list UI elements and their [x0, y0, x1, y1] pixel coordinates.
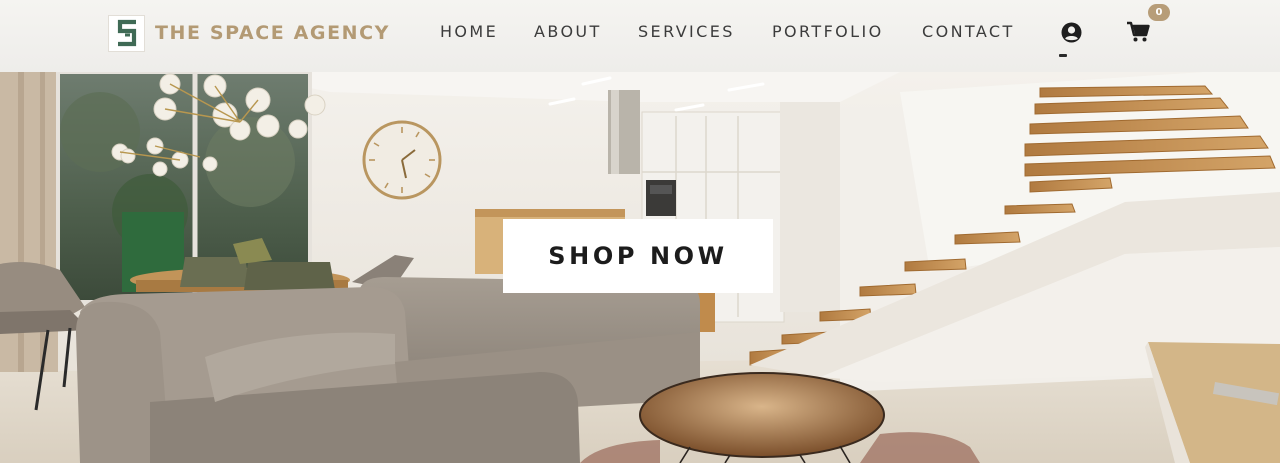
brand[interactable]: THE SPACE AGENCY — [108, 14, 390, 52]
nav-home[interactable]: HOME — [440, 22, 498, 41]
account-indicator — [1059, 54, 1067, 57]
nav-about[interactable]: ABOUT — [534, 22, 602, 41]
cart-count-badge: 0 — [1148, 4, 1170, 21]
brand-name[interactable]: THE SPACE AGENCY — [155, 22, 390, 44]
site-header: THE SPACE AGENCY HOME ABOUT SERVICES POR… — [0, 0, 1280, 72]
user-circle-icon[interactable] — [1061, 22, 1082, 43]
hero-banner: SHOP NOW — [0, 72, 1280, 463]
nav-services[interactable]: SERVICES — [638, 22, 735, 41]
s-monogram-logo-icon[interactable] — [108, 14, 145, 52]
nav-portfolio[interactable]: PORTFOLIO — [772, 22, 884, 41]
nav-contact[interactable]: CONTACT — [922, 22, 1015, 41]
shopping-cart-icon[interactable] — [1126, 21, 1150, 43]
shop-now-button[interactable]: SHOP NOW — [503, 219, 773, 293]
